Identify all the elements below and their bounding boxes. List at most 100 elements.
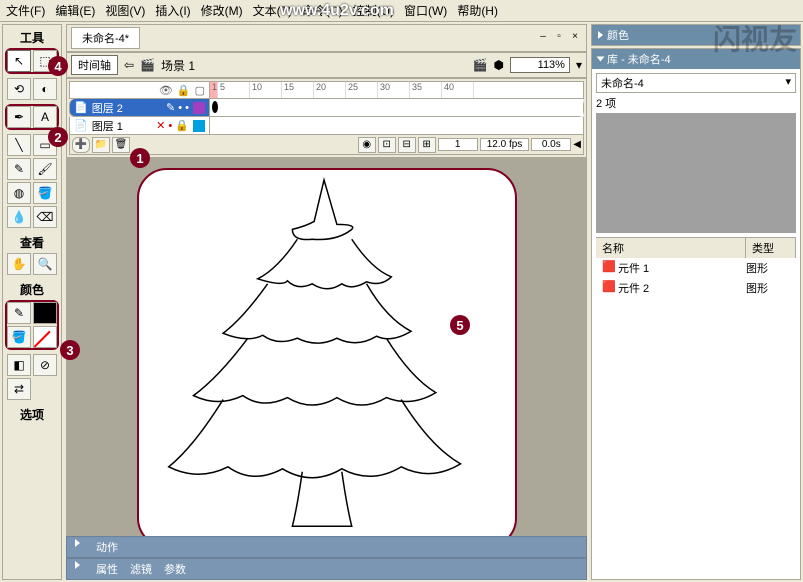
menu-edit[interactable]: 编辑(E) xyxy=(55,2,95,19)
item-name: 元件 1 xyxy=(618,260,746,276)
playhead[interactable]: 1 xyxy=(210,82,218,98)
menu-window[interactable]: 窗口(W) xyxy=(404,2,447,19)
layer-row[interactable]: 📄 图层 2 ✎ • • xyxy=(69,99,584,117)
menu-help[interactable]: 帮助(H) xyxy=(457,2,498,19)
item-name: 元件 2 xyxy=(618,280,746,296)
stroke-color-icon[interactable]: ✎ xyxy=(7,302,31,324)
col-name[interactable]: 名称 xyxy=(596,238,746,258)
center-frame-icon[interactable]: ⊡ xyxy=(378,137,396,153)
params-tab[interactable]: 参数 xyxy=(164,561,186,577)
layer-color-swatch xyxy=(193,120,205,132)
eye-icon[interactable]: 👁 xyxy=(159,84,173,97)
back-icon[interactable]: ⇦ xyxy=(124,58,134,72)
layer-frames[interactable] xyxy=(210,117,583,134)
layer-name: 图层 2 xyxy=(92,100,123,116)
expand-icon[interactable] xyxy=(598,31,603,39)
layer-frames[interactable] xyxy=(210,99,583,116)
properties-tab[interactable]: 属性 xyxy=(96,561,118,577)
document-tab[interactable]: 未命名-4* xyxy=(71,27,140,49)
item-type: 图形 xyxy=(746,260,790,276)
layer-row[interactable]: 📄 图层 1 ✕ • 🔒 xyxy=(69,117,584,135)
default-colors[interactable]: ◧ xyxy=(7,354,31,376)
color-panel-title: 颜色 xyxy=(607,27,629,43)
zoom-dropdown-icon[interactable]: ▾ xyxy=(576,58,582,72)
pen-tool[interactable]: ✒ xyxy=(7,106,31,128)
menu-insert[interactable]: 插入(I) xyxy=(155,2,190,19)
tools-header: 工具 xyxy=(20,29,44,46)
no-color[interactable]: ⊘ xyxy=(33,354,57,376)
ink-tool[interactable]: ◍ xyxy=(7,182,31,204)
eyedropper-tool[interactable]: 💧 xyxy=(7,206,31,228)
zoom-input[interactable]: 113% xyxy=(510,57,570,73)
frame-ruler[interactable]: 1 5 10 15 20 25 30 35 40 xyxy=(210,82,583,98)
layer-name: 图层 1 xyxy=(92,118,123,134)
delete-layer-button[interactable]: 🗑 xyxy=(112,137,130,153)
add-layer-button[interactable]: ➕ xyxy=(72,137,90,153)
arrow-tool[interactable]: ↖ xyxy=(7,50,31,72)
options-header: 选项 xyxy=(20,406,44,423)
minimize-icon[interactable]: – xyxy=(536,31,550,45)
close-icon[interactable]: × xyxy=(568,31,582,45)
library-selector[interactable]: 未命名-4 xyxy=(596,73,796,93)
document-area: 未命名-4* – ▫ × 时间轴 ⇦ 🎬 场景 1 🎬 ⬢ 113% ▾ 👁 🔒 xyxy=(66,24,587,580)
anno-4: 4 xyxy=(48,56,68,76)
bucket-tool[interactable]: 🪣 xyxy=(33,182,57,204)
expand-icon xyxy=(75,539,80,547)
menu-file[interactable]: 文件(F) xyxy=(6,2,45,19)
expand-icon xyxy=(75,561,80,569)
pencil-tool[interactable]: ✎ xyxy=(7,158,31,180)
layer-color-swatch xyxy=(193,102,205,114)
brush-tool[interactable]: 🖌 xyxy=(33,158,57,180)
right-panels: 颜色 库 - 未命名-4 未命名-4 2 项 名称 类型 🟥 元件 1 图形 xyxy=(591,24,801,580)
anno-5: 5 xyxy=(450,315,470,335)
tick: 5 xyxy=(218,82,250,98)
col-type[interactable]: 类型 xyxy=(746,238,796,258)
library-panel-title: 库 - 未命名-4 xyxy=(607,51,671,67)
text-tool[interactable]: A xyxy=(33,106,57,128)
layer-icon: 📄 xyxy=(74,101,88,114)
watermark-url: www.4u2v.com xyxy=(280,2,394,20)
layer-header-controls: 👁 🔒 ▢ xyxy=(70,82,210,98)
scene-bar: 时间轴 ⇦ 🎬 场景 1 🎬 ⬢ 113% ▾ xyxy=(66,52,587,78)
library-table: 名称 类型 🟥 元件 1 图形 🟥 元件 2 图形 xyxy=(596,237,796,298)
timeline-toggle[interactable]: 时间轴 xyxy=(71,55,118,75)
tree-drawing xyxy=(139,170,515,536)
actions-panel-bar[interactable]: 动作 xyxy=(66,536,587,558)
view-header: 查看 xyxy=(20,234,44,251)
stroke-swatch[interactable] xyxy=(33,302,57,324)
hand-tool[interactable]: ✋ xyxy=(7,253,31,275)
onion-outline-icon[interactable]: ⊟ xyxy=(398,137,416,153)
free-transform-tool[interactable]: ⟲ xyxy=(7,78,31,100)
stage-canvas[interactable] xyxy=(137,168,517,536)
properties-panel-bar[interactable]: 属性 滤镜 参数 xyxy=(66,558,587,580)
fill-swatch[interactable] xyxy=(33,326,57,348)
menu-view[interactable]: 视图(V) xyxy=(105,2,145,19)
symbol-icon[interactable]: ⬢ xyxy=(493,58,503,72)
outline-icon[interactable]: ▢ xyxy=(195,84,205,97)
library-item[interactable]: 🟥 元件 2 图形 xyxy=(596,278,796,298)
onion-skin-icon[interactable]: ◉ xyxy=(358,137,376,153)
edit-multiple-icon[interactable]: ⊞ xyxy=(418,137,436,153)
add-guide-button[interactable]: 📁 xyxy=(92,137,110,153)
lock-icon[interactable]: 🔒 xyxy=(177,84,191,97)
tick: 15 xyxy=(282,82,314,98)
zoom-tool[interactable]: 🔍 xyxy=(33,253,57,275)
menu-modify[interactable]: 修改(M) xyxy=(201,2,243,19)
filters-tab[interactable]: 滤镜 xyxy=(130,561,152,577)
edit-scene-icon[interactable]: 🎬 xyxy=(473,58,488,72)
fill-color-icon[interactable]: 🪣 xyxy=(7,326,31,348)
lasso-tool[interactable]: ◐ xyxy=(33,78,57,100)
library-item[interactable]: 🟥 元件 1 图形 xyxy=(596,258,796,278)
graphic-icon: 🟥 xyxy=(602,280,618,296)
line-tool[interactable]: ╲ xyxy=(7,134,31,156)
actions-tab[interactable]: 动作 xyxy=(96,539,118,555)
collapse-icon[interactable] xyxy=(597,57,605,62)
tick: 30 xyxy=(378,82,410,98)
swap-colors[interactable]: ⇄ xyxy=(7,378,31,400)
scrollbar-left-icon[interactable]: ◀ xyxy=(573,139,581,150)
restore-icon[interactable]: ▫ xyxy=(552,31,566,45)
tick: 40 xyxy=(442,82,474,98)
layer-icon: 📄 xyxy=(74,119,88,132)
stage-scroll[interactable] xyxy=(66,158,587,536)
eraser-tool[interactable]: ⌫ xyxy=(33,206,57,228)
